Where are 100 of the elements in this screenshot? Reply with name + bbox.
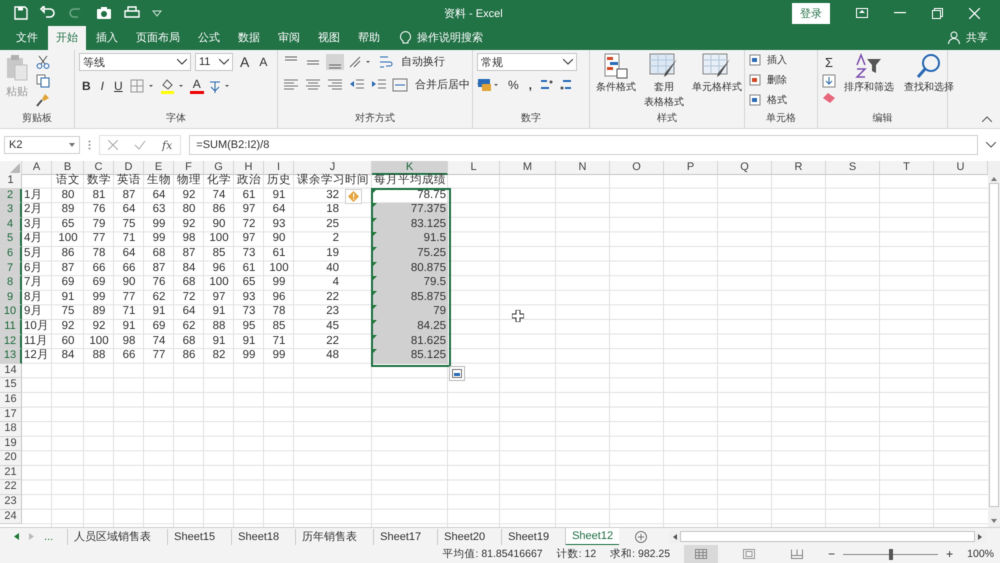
percent-button[interactable]: %	[505, 77, 522, 93]
wrap-text-button[interactable]: 自动换行	[398, 53, 448, 70]
column-header[interactable]: P	[664, 161, 718, 175]
share-button[interactable]: 共享	[962, 30, 992, 50]
minimize-icon[interactable]	[894, 12, 906, 14]
column-header[interactable]: J	[294, 161, 372, 175]
scissors-icon[interactable]	[36, 55, 50, 69]
cells-button[interactable]: 删除	[749, 73, 787, 87]
increase-decimal-icon[interactable]	[539, 78, 556, 92]
column-header[interactable]: F	[174, 161, 204, 175]
font-size-field[interactable]: 11	[195, 53, 233, 71]
row-header[interactable]: 22	[0, 480, 22, 496]
column-header[interactable]: N	[556, 161, 610, 175]
column-header[interactable]: I	[264, 161, 294, 175]
fill-color-icon[interactable]	[160, 78, 186, 94]
paintbrush-icon[interactable]	[36, 93, 50, 107]
row-header[interactable]: 14	[0, 364, 22, 378]
align-icon[interactable]	[282, 78, 300, 92]
zoom-in-button[interactable]: +	[946, 547, 954, 561]
collapse-ribbon-icon[interactable]	[982, 116, 992, 122]
ribbon-tab[interactable]: 数据	[230, 26, 268, 50]
cells-button[interactable]: 格式	[749, 93, 787, 107]
column-header[interactable]: K	[372, 161, 448, 175]
row-header[interactable]: 23	[0, 495, 22, 510]
column-header[interactable]: H	[234, 161, 264, 175]
undo-icon[interactable]	[40, 6, 56, 20]
view-button[interactable]	[684, 545, 718, 563]
row-header[interactable]: 3	[0, 203, 22, 218]
save-icon[interactable]	[14, 6, 28, 20]
person-icon[interactable]	[948, 31, 960, 44]
ribbon-tab[interactable]: 帮助	[350, 26, 388, 50]
column-header[interactable]: L	[448, 161, 500, 175]
ribbon-tab[interactable]: 文件	[8, 26, 46, 50]
customize-icon[interactable]	[152, 9, 162, 17]
copy-icon[interactable]	[36, 74, 50, 88]
row-header[interactable]: 12	[0, 334, 22, 350]
sheet-tab[interactable]: Sheet12	[565, 528, 620, 546]
align-icon[interactable]	[326, 54, 344, 70]
merge-icon[interactable]	[392, 78, 408, 92]
scroll-thumb[interactable]	[989, 183, 999, 507]
shrink-font-button[interactable]: A	[256, 54, 270, 70]
number-format-field[interactable]: 常规	[477, 53, 577, 71]
formula-field[interactable]: =SUM(B2:I2)/8	[189, 135, 978, 155]
row-header[interactable]: 8	[0, 276, 22, 291]
scroll-up-icon[interactable]	[991, 177, 997, 181]
ribbon-tab[interactable]: 审阅	[270, 26, 308, 50]
row-header[interactable]: 4	[0, 218, 22, 232]
row-header[interactable]: 18	[0, 422, 22, 437]
fill-down-icon[interactable]	[822, 74, 836, 88]
sort-filter-button[interactable]: 排序和筛选	[842, 53, 896, 94]
ribbon-tab[interactable]: 视图	[310, 26, 348, 50]
column-header[interactable]: E	[144, 161, 174, 175]
vertical-scrollbar[interactable]	[988, 161, 1000, 527]
row-header[interactable]: 20	[0, 451, 22, 466]
cells-button[interactable]: 插入	[749, 53, 787, 67]
previous-sheet-icon[interactable]	[14, 533, 19, 540]
name-box[interactable]: K2	[4, 136, 80, 154]
quick-analysis-button[interactable]	[449, 366, 465, 381]
column-header[interactable]: B	[52, 161, 84, 175]
ribbon-display-icon[interactable]	[856, 8, 868, 18]
print-icon[interactable]	[124, 6, 140, 20]
column-header[interactable]: O	[610, 161, 664, 175]
ribbon-tab[interactable]: 页面布局	[128, 26, 188, 50]
lightbulb-icon[interactable]	[400, 30, 411, 45]
zoom-thumb[interactable]	[888, 548, 893, 560]
scroll-left-icon[interactable]	[673, 534, 678, 540]
row-header[interactable]: 11	[0, 320, 22, 335]
more-sheets-button[interactable]: ...	[44, 530, 54, 542]
autosum-button[interactable]: Σ	[822, 55, 836, 70]
add-sheet-icon[interactable]	[635, 530, 648, 542]
row-header[interactable]: 17	[0, 408, 22, 422]
eraser-icon[interactable]	[822, 92, 836, 104]
font-style-button[interactable]: U	[111, 78, 126, 94]
row-header[interactable]: 13	[0, 349, 22, 364]
column-header[interactable]: A	[22, 161, 52, 175]
row-header[interactable]: 10	[0, 305, 22, 320]
row-header[interactable]: 5	[0, 232, 22, 247]
style-button[interactable]: 套用 表格格式	[642, 53, 686, 109]
row-header[interactable]: 7	[0, 262, 22, 276]
indent-icon[interactable]	[348, 78, 366, 92]
column-header[interactable]: R	[772, 161, 826, 175]
row-header[interactable]: 24	[0, 510, 22, 524]
align-icon[interactable]	[304, 78, 322, 92]
currency-icon[interactable]	[477, 78, 501, 92]
close-icon[interactable]	[969, 8, 980, 18]
column-header[interactable]: U	[934, 161, 988, 175]
login-button[interactable]: 登录	[792, 2, 830, 24]
zoom-out-button[interactable]: −	[828, 547, 836, 561]
row-header[interactable]: 2	[0, 188, 22, 204]
expand-icon[interactable]	[986, 142, 996, 148]
column-header[interactable]: M	[500, 161, 556, 175]
scroll-right-icon[interactable]	[978, 534, 982, 540]
column-header[interactable]: D	[114, 161, 144, 175]
indent-icon[interactable]	[370, 78, 388, 92]
grow-font-button[interactable]: A	[237, 53, 252, 71]
ribbon-tab[interactable]: 公式	[190, 26, 228, 50]
column-header[interactable]: G	[204, 161, 234, 175]
font-style-button[interactable]: B	[79, 78, 94, 94]
insert-function-button[interactable]: fx	[162, 138, 172, 152]
row-header[interactable]: 9	[0, 290, 22, 306]
